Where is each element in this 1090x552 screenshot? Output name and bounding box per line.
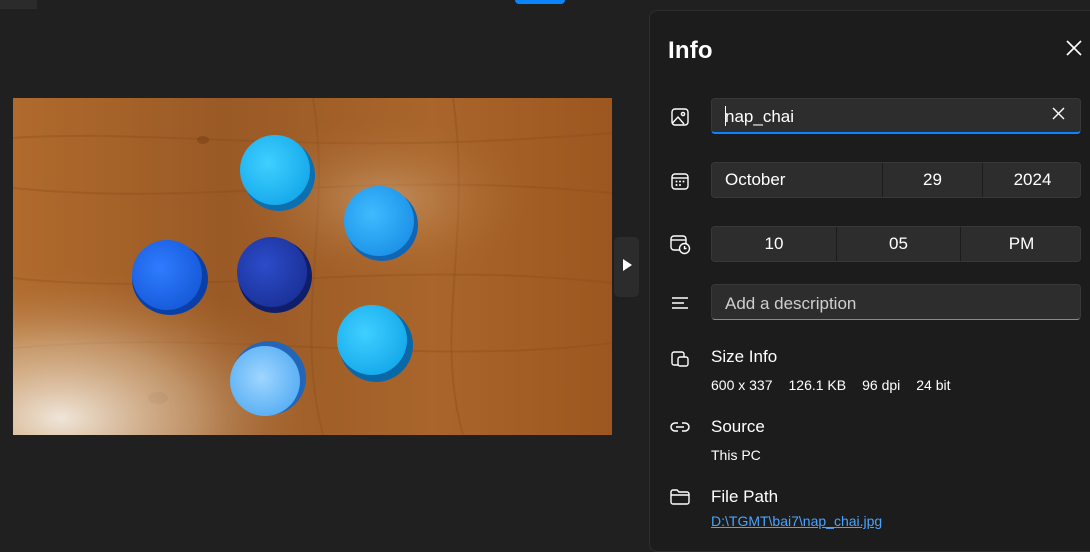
description-input[interactable]: Add a description (711, 284, 1081, 320)
date-picker[interactable]: October 29 2024 (711, 162, 1081, 198)
file-name-value: nap_chai (725, 107, 795, 126)
link-icon (669, 416, 691, 438)
image-icon (669, 106, 691, 128)
year-select[interactable]: 2024 (982, 163, 1082, 197)
day-select[interactable]: 29 (882, 163, 982, 197)
clear-name-button[interactable] (1050, 107, 1066, 125)
top-tab-fragment[interactable] (0, 0, 37, 9)
source-label: Source (711, 417, 765, 436)
photo-preview (13, 98, 612, 435)
close-icon (1065, 39, 1083, 62)
top-accent-indicator (515, 0, 565, 4)
description-icon (669, 292, 691, 314)
panel-title: Info (668, 37, 713, 64)
dpi: 96 dpi (862, 377, 901, 393)
file-path-link[interactable]: D:\TGMT\bai7\nap_chai.jpg (711, 513, 882, 529)
size-info-details: 600 x 337 126.1 KB 96 dpi 24 bit (711, 377, 967, 393)
expand-panel-button[interactable] (614, 237, 639, 297)
image-dimensions: 600 x 337 (711, 377, 773, 393)
info-panel: Info nap_chai October 29 2024 10 05 PM A… (649, 10, 1090, 552)
source-value: This PC (711, 447, 761, 463)
close-button[interactable] (1063, 39, 1085, 61)
file-name-input[interactable]: nap_chai (711, 98, 1081, 134)
calendar-icon (669, 170, 691, 192)
file-size: 126.1 KB (788, 377, 847, 393)
folder-icon (669, 486, 691, 508)
file-path-label: File Path (711, 487, 779, 506)
minute-select[interactable]: 05 (836, 227, 960, 261)
description-placeholder: Add a description (725, 294, 857, 313)
size-icon (669, 347, 691, 369)
close-icon (1052, 107, 1065, 125)
month-select[interactable]: October (712, 163, 882, 197)
bit-depth: 24 bit (916, 377, 951, 393)
size-info-label: Size Info (711, 347, 778, 366)
time-picker[interactable]: 10 05 PM (711, 226, 1081, 262)
period-select[interactable]: PM (960, 227, 1082, 261)
play-icon (621, 258, 633, 277)
hour-select[interactable]: 10 (712, 227, 836, 261)
clock-icon (669, 233, 691, 255)
